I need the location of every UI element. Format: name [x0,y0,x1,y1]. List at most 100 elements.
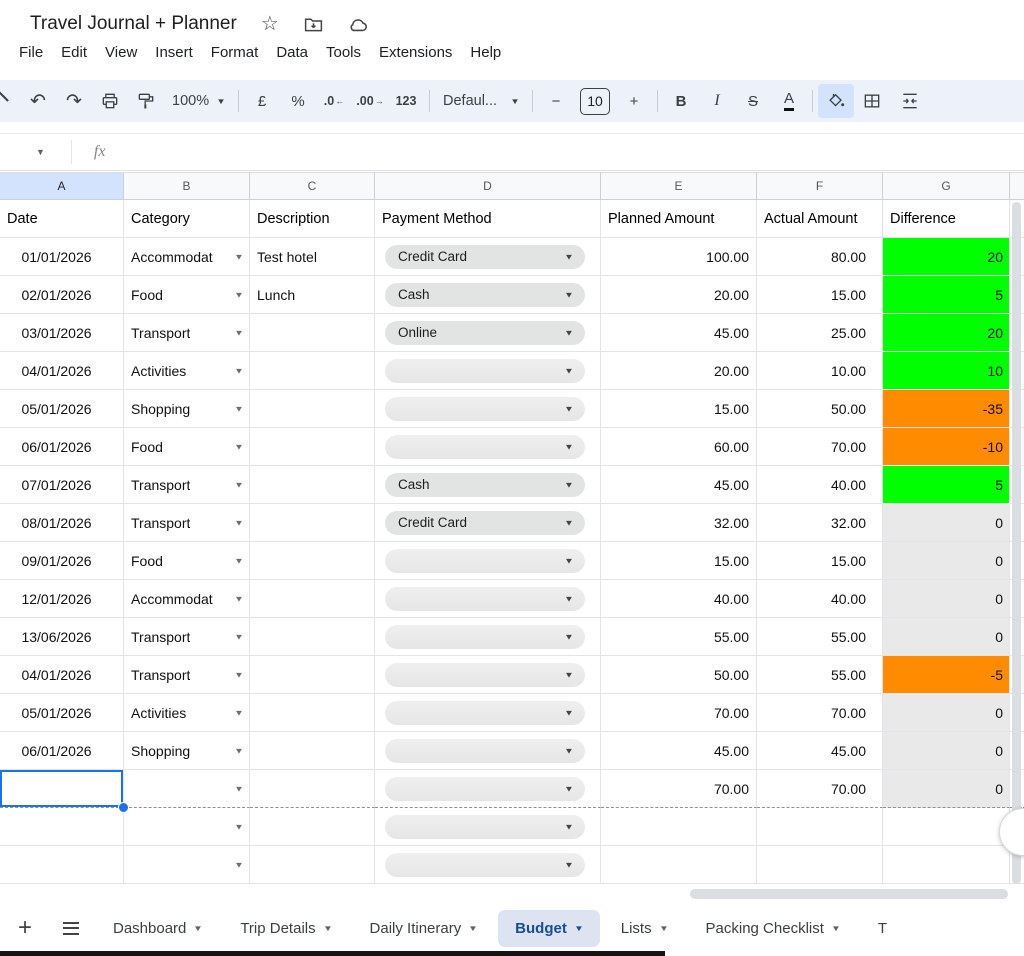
payment-method-chip[interactable]: ▼ [385,358,585,383]
cell-G4[interactable]: 20 [883,314,1010,352]
borders-button[interactable] [854,84,890,118]
dropdown-arrow-icon[interactable]: ▼ [234,670,244,679]
text-color-button[interactable]: A [771,84,807,118]
cell-D10[interactable]: ▼ [375,542,601,580]
cell-D13[interactable]: ▼ [375,656,601,694]
dropdown-arrow-icon[interactable]: ▼ [234,328,244,337]
cell-E7[interactable]: 60.00 [601,428,757,466]
star-icon[interactable]: ☆ [259,13,281,35]
dropdown-arrow-icon[interactable]: ▼ [234,860,244,869]
cell-E2[interactable]: 100.00 [601,238,757,276]
cell-F18[interactable] [757,846,883,884]
payment-method-chip[interactable]: ▼ [385,738,585,763]
cell-D6[interactable]: ▼ [375,390,601,428]
cell-E5[interactable]: 20.00 [601,352,757,390]
cell-C10[interactable] [250,542,375,580]
dropdown-arrow-icon[interactable]: ▼ [234,632,244,641]
column-header-G[interactable]: G [883,172,1010,200]
cell-G15[interactable]: 0 [883,732,1010,770]
cell-G12[interactable]: 0 [883,618,1010,656]
cell-G2[interactable]: 20 [883,238,1010,276]
cell-A9[interactable]: 08/01/2026 [0,504,124,542]
cell-A4[interactable]: 03/01/2026 [0,314,124,352]
cell-B16[interactable]: ▼ [124,770,250,808]
dropdown-arrow-icon[interactable]: ▼ [234,594,244,603]
cell-F6[interactable]: 50.00 [757,390,883,428]
paint-format-icon[interactable] [128,84,164,118]
cell-C6[interactable] [250,390,375,428]
cell-A16[interactable] [0,770,129,813]
cell-D2[interactable]: Credit Card ▼ [375,238,601,276]
column-header-F[interactable]: F [757,172,883,200]
payment-method-chip[interactable]: Credit Card ▼ [385,244,585,269]
cell-A14[interactable]: 05/01/2026 [0,694,124,732]
cell-B5[interactable]: Activities ▼ [124,352,250,390]
name-box-dropdown-icon[interactable]: ▼ [36,147,45,157]
menu-edit[interactable]: Edit [52,40,96,65]
tab-packing-checklist[interactable]: Packing Checklist ▼ [689,910,857,947]
cell-E6[interactable]: 15.00 [601,390,757,428]
cell-F8[interactable]: 40.00 [757,466,883,504]
field-actual-amount[interactable]: Actual Amount [757,200,883,238]
field-payment-method[interactable]: Payment Method [375,200,601,238]
dropdown-arrow-icon[interactable]: ▼ [234,784,244,793]
increase-font-size-button[interactable]: + [616,84,652,118]
add-sheet-button[interactable]: + [8,911,42,945]
payment-method-chip[interactable]: ▼ [385,814,585,839]
cell-A17[interactable] [0,808,124,846]
cell-F5[interactable]: 10.00 [757,352,883,390]
menu-view[interactable]: View [96,40,146,65]
bold-button[interactable]: B [663,84,699,118]
cell-F10[interactable]: 15.00 [757,542,883,580]
cell-C7[interactable] [250,428,375,466]
cell-D9[interactable]: Credit Card ▼ [375,504,601,542]
dropdown-arrow-icon[interactable]: ▼ [234,442,244,451]
move-to-folder-icon[interactable] [303,13,325,35]
cell-C16[interactable] [250,770,375,808]
cell-D18[interactable]: ▼ [375,846,601,884]
cell-E18[interactable] [601,846,757,884]
menu-help[interactable]: Help [461,40,510,65]
format-percent-button[interactable]: % [280,84,316,118]
zoom-control[interactable]: 100% ▼ [164,84,233,118]
format-currency-button[interactable]: £ [244,84,280,118]
payment-method-chip[interactable]: ▼ [385,586,585,611]
cell-D15[interactable]: ▼ [375,732,601,770]
cell-C4[interactable] [250,314,375,352]
cell-G5[interactable]: 10 [883,352,1010,390]
cell-E12[interactable]: 55.00 [601,618,757,656]
cell-C14[interactable] [250,694,375,732]
cell-D3[interactable]: Cash ▼ [375,276,601,314]
undo-button[interactable]: ↶ [20,84,56,118]
menu-file[interactable]: File [10,40,52,65]
cell-G14[interactable]: 0 [883,694,1010,732]
cell-A12[interactable]: 13/06/2026 [0,618,124,656]
cell-E10[interactable]: 15.00 [601,542,757,580]
field-planned-amount[interactable]: Planned Amount [601,200,757,238]
cell-F9[interactable]: 32.00 [757,504,883,542]
column-header-A[interactable]: A [0,172,124,200]
increase-decimals-button[interactable]: .00 → [352,84,388,118]
payment-method-chip[interactable]: ▼ [385,624,585,649]
cell-G10[interactable]: 0 [883,542,1010,580]
cell-B2[interactable]: Accommodat ▼ [124,238,250,276]
cell-C11[interactable] [250,580,375,618]
cell-E9[interactable]: 32.00 [601,504,757,542]
font-size-input[interactable]: 10 [580,87,611,115]
tab-trip-details[interactable]: Trip Details ▼ [223,910,348,947]
dropdown-arrow-icon[interactable]: ▼ [234,708,244,717]
cell-C18[interactable] [250,846,375,884]
cell-E17[interactable] [601,808,757,846]
cell-C9[interactable] [250,504,375,542]
cell-B15[interactable]: Shopping ▼ [124,732,250,770]
cell-C5[interactable] [250,352,375,390]
cell-F13[interactable]: 55.00 [757,656,883,694]
cell-D17[interactable]: ▼ [375,808,601,846]
cell-E15[interactable]: 45.00 [601,732,757,770]
tab-budget[interactable]: Budget ▼ [498,909,600,947]
cell-F4[interactable]: 25.00 [757,314,883,352]
cell-C17[interactable] [250,808,375,846]
field-difference[interactable]: Difference [883,200,1010,238]
cell-B8[interactable]: Transport ▼ [124,466,250,504]
dropdown-arrow-icon[interactable]: ▼ [234,252,244,261]
